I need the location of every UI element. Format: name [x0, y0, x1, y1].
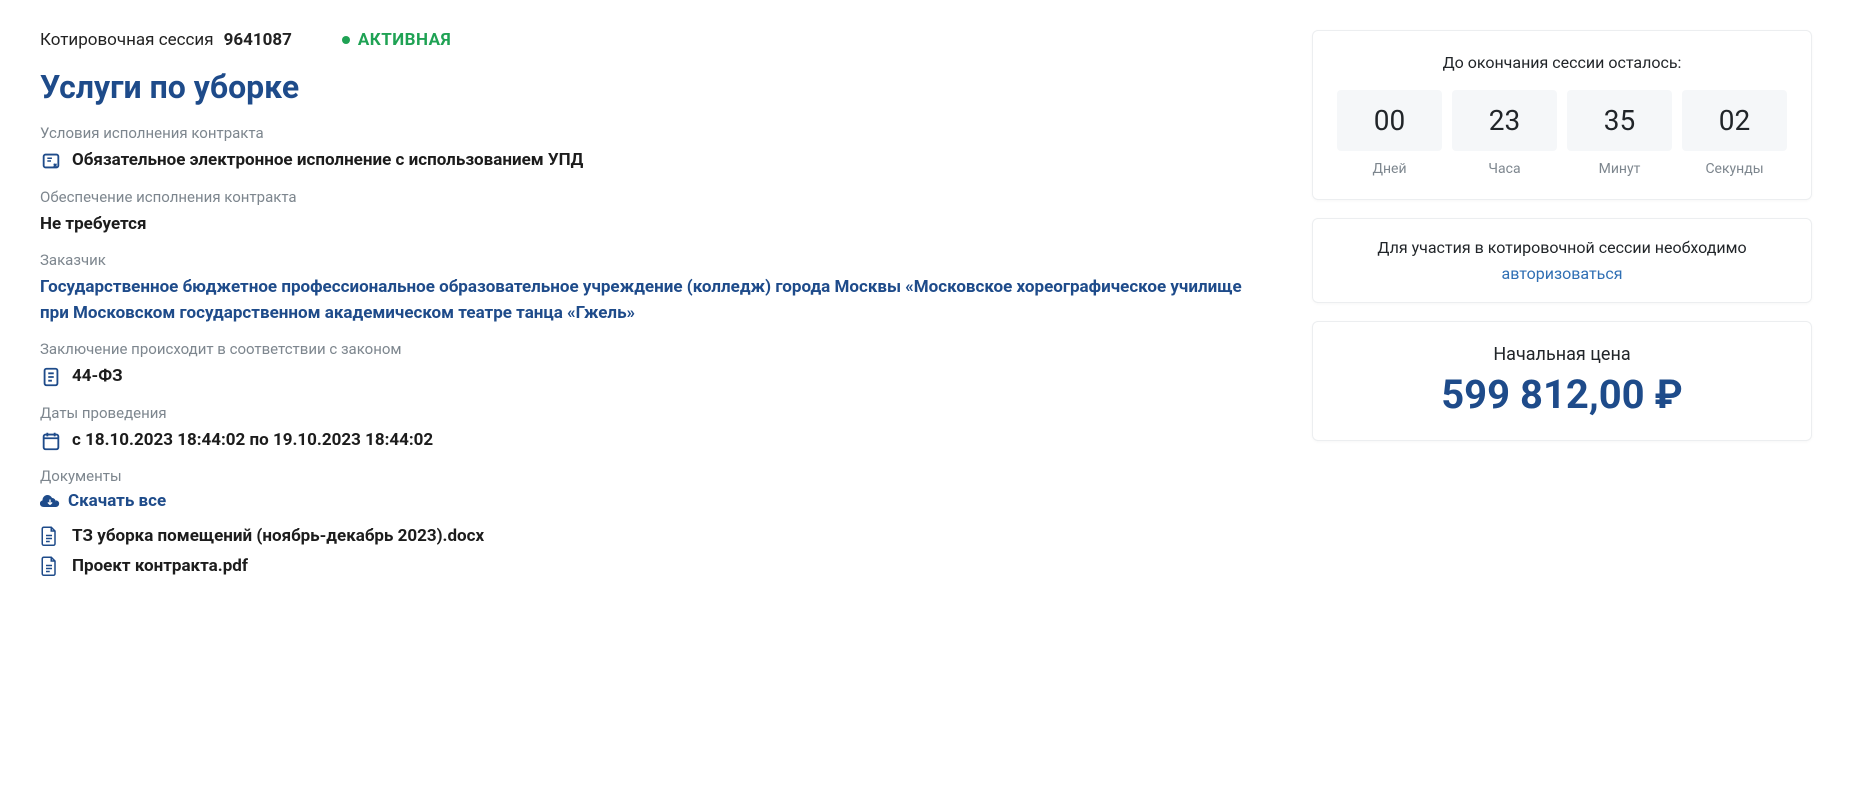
participate-text: Для участия в котировочной сессии необхо… — [1377, 238, 1746, 257]
file-icon — [40, 525, 58, 547]
price-value: 599 812,00 ₽ — [1337, 371, 1787, 418]
docs-label: Документы — [40, 467, 1272, 485]
calendar-icon — [40, 430, 62, 452]
status-text: АКТИВНАЯ — [358, 30, 451, 50]
law-document-icon — [40, 366, 62, 388]
dates-value: с 18.10.2023 18:44:02 по 19.10.2023 18:4… — [40, 428, 1272, 454]
law-value: 44-ФЗ — [40, 364, 1272, 390]
document-item[interactable]: Проект контракта.pdf — [40, 555, 1272, 577]
price-card: Начальная цена 599 812,00 ₽ — [1312, 321, 1812, 441]
conditions-text: Обязательное электронное исполнение с ис… — [72, 148, 583, 174]
countdown-days: 00 Дней — [1337, 90, 1442, 177]
countdown-timer: 00 Дней 23 Часа 35 Минут 02 Секунды — [1337, 90, 1787, 177]
law-label: Заключение происходит в соответствии с з… — [40, 340, 1272, 358]
file-icon — [40, 555, 58, 577]
countdown-seconds-label: Секунды — [1682, 161, 1787, 177]
customer-value[interactable]: Государственное бюджетное профессиональн… — [40, 275, 1272, 326]
dates-text: с 18.10.2023 18:44:02 по 19.10.2023 18:4… — [72, 428, 433, 454]
document-item[interactable]: ТЗ уборка помещений (ноябрь-декабрь 2023… — [40, 525, 1272, 547]
countdown-minutes: 35 Минут — [1567, 90, 1672, 177]
countdown-minutes-value: 35 — [1567, 90, 1672, 151]
dates-label: Даты проведения — [40, 404, 1272, 422]
session-header: Котировочная сессия 9641087 АКТИВНАЯ — [40, 30, 1272, 50]
countdown-days-value: 00 — [1337, 90, 1442, 151]
security-label: Обеспечение исполнения контракта — [40, 188, 1272, 206]
security-value: Не требуется — [40, 212, 1272, 238]
login-link[interactable]: авторизоваться — [1502, 264, 1623, 283]
countdown-days-label: Дней — [1337, 161, 1442, 177]
cloud-download-icon — [40, 492, 60, 510]
document-exchange-icon — [40, 150, 62, 172]
countdown-card: До окончания сессии осталось: 00 Дней 23… — [1312, 30, 1812, 200]
session-label: Котировочная сессия — [40, 30, 214, 50]
status-badge: АКТИВНАЯ — [342, 30, 451, 50]
countdown-seconds: 02 Секунды — [1682, 90, 1787, 177]
conditions-value: Обязательное электронное исполнение с ис… — [40, 148, 1272, 174]
page-title: Услуги по уборке — [40, 68, 1272, 106]
participate-card: Для участия в котировочной сессии необхо… — [1312, 218, 1812, 303]
download-all-text: Скачать все — [68, 491, 166, 511]
security-text: Не требуется — [40, 212, 147, 238]
status-dot-icon — [342, 36, 350, 44]
countdown-title: До окончания сессии осталось: — [1337, 53, 1787, 72]
session-id: 9641087 — [224, 30, 292, 50]
document-name: ТЗ уборка помещений (ноябрь-декабрь 2023… — [72, 526, 484, 546]
download-all-button[interactable]: Скачать все — [40, 491, 1272, 511]
countdown-hours-label: Часа — [1452, 161, 1557, 177]
customer-link[interactable]: Государственное бюджетное профессиональн… — [40, 275, 1272, 326]
countdown-hours: 23 Часа — [1452, 90, 1557, 177]
conditions-label: Условия исполнения контракта — [40, 124, 1272, 142]
countdown-hours-value: 23 — [1452, 90, 1557, 151]
countdown-seconds-value: 02 — [1682, 90, 1787, 151]
document-name: Проект контракта.pdf — [72, 556, 248, 576]
countdown-minutes-label: Минут — [1567, 161, 1672, 177]
customer-label: Заказчик — [40, 251, 1272, 269]
document-list: ТЗ уборка помещений (ноябрь-декабрь 2023… — [40, 525, 1272, 577]
law-text: 44-ФЗ — [72, 364, 123, 390]
price-label: Начальная цена — [1337, 344, 1787, 365]
